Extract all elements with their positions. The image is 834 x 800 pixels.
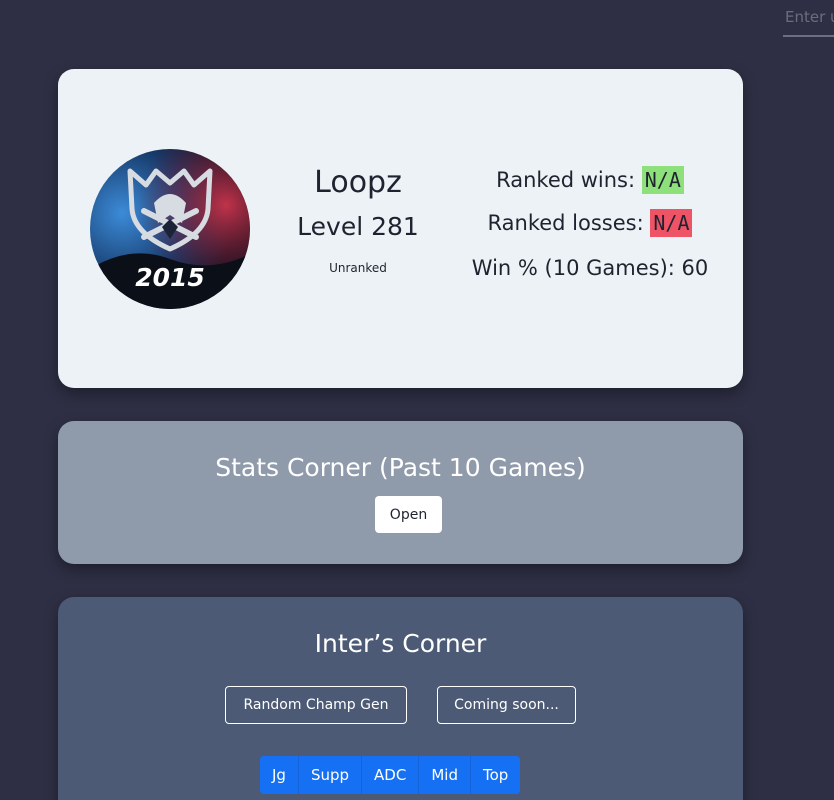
summoner-level: Level 281 <box>297 212 419 241</box>
username-search-input[interactable] <box>785 6 834 28</box>
inters-corner-title: Inter’s Corner <box>314 629 487 658</box>
ranked-losses-label: Ranked losses: <box>487 211 644 235</box>
coming-soon-button[interactable]: Coming soon... <box>437 686 576 724</box>
win-percentage: Win % (10 Games): 60 <box>471 256 709 280</box>
role-button-top[interactable]: Top <box>469 756 521 794</box>
profile-avatar: 2015 <box>90 149 250 309</box>
stats-corner-card: Stats Corner (Past 10 Games) Open <box>58 421 743 564</box>
role-button-jg[interactable]: Jg <box>260 756 298 794</box>
search-bar[interactable] <box>783 0 834 37</box>
open-stats-button[interactable]: Open <box>375 496 442 533</box>
ranked-losses: Ranked losses: N/A <box>458 209 722 237</box>
role-button-mid[interactable]: Mid <box>418 756 470 794</box>
ranked-wins-badge: N/A <box>641 166 684 194</box>
stats-corner-title: Stats Corner (Past 10 Games) <box>215 453 586 482</box>
profile-card: 2015 Loopz Level 281 Unranked Ranked win… <box>58 69 743 388</box>
role-button-adc[interactable]: ADC <box>361 756 419 794</box>
role-button-group: Jg Supp ADC Mid Top <box>260 756 521 794</box>
ranked-wins-label: Ranked wins: <box>496 168 636 192</box>
ranked-losses-badge: N/A <box>650 209 693 237</box>
ranked-wins: Ranked wins: N/A <box>458 166 722 194</box>
role-button-supp[interactable]: Supp <box>297 756 362 794</box>
summoner-name: Loopz <box>314 165 402 200</box>
random-champ-gen-button[interactable]: Random Champ Gen <box>225 686 407 724</box>
avatar-year-text: 2015 <box>135 263 205 292</box>
summoner-rank: Unranked <box>329 261 387 275</box>
inters-corner-card: Inter’s Corner Random Champ Gen Coming s… <box>58 597 743 800</box>
